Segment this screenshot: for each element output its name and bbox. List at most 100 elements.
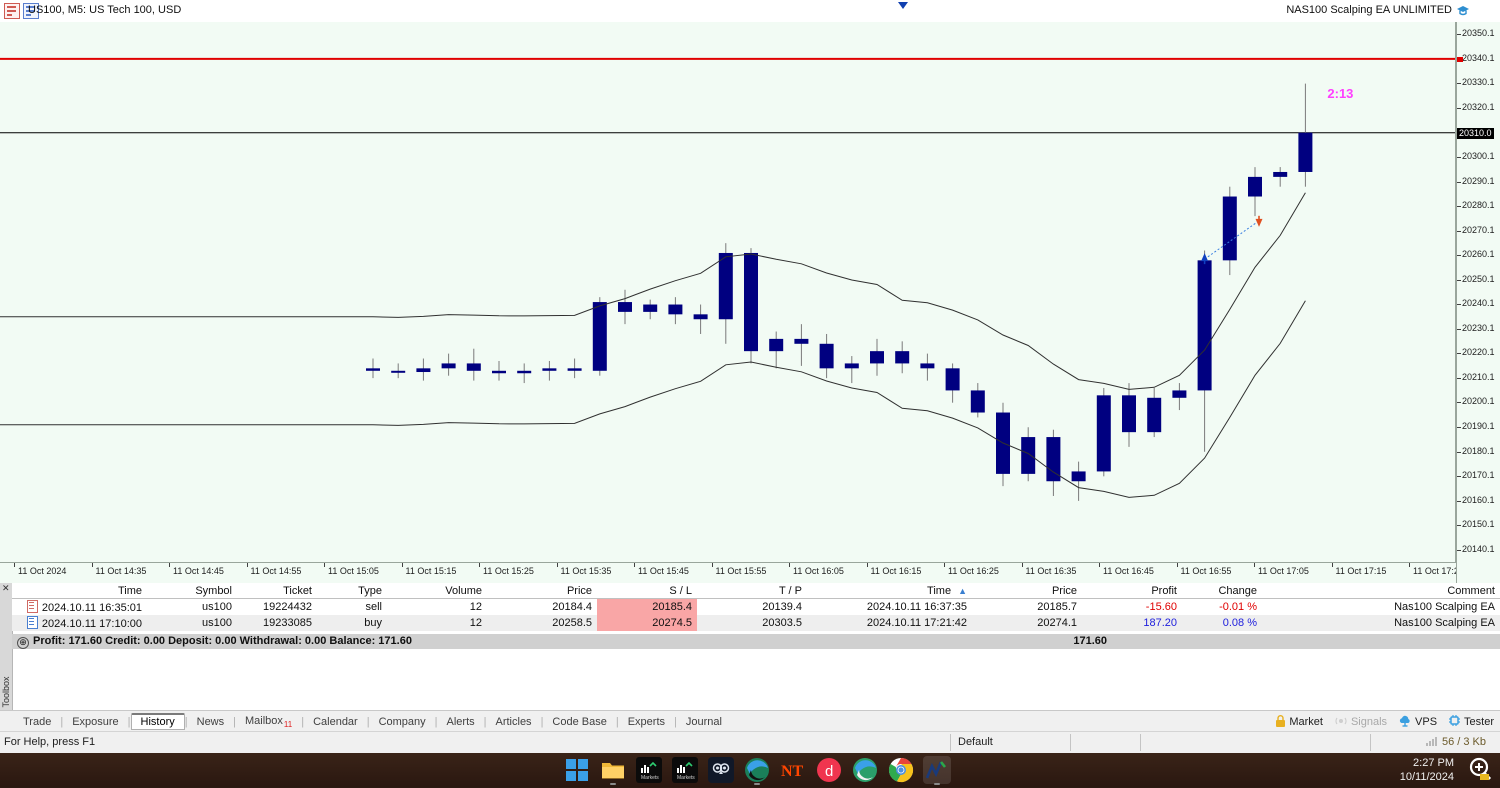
column-header-comment[interactable]: Comment [1262,583,1500,599]
taskbar-d-app[interactable]: d [815,756,843,784]
cell-change: -0.01 % [1182,598,1262,615]
tab-mailbox[interactable]: Mailbox11 [236,713,301,731]
column-header-symbol[interactable]: Symbol [147,583,237,599]
taskbar-ic-markets-1[interactable]: Markets [635,756,663,784]
tab-label: Code Base [552,715,607,728]
summary-text: ⊕ Profit: 171.60 Credit: 0.00 Deposit: 0.… [17,635,412,649]
column-header-time[interactable]: Time [12,583,147,599]
tab-trade[interactable]: Trade [14,714,60,730]
tab-articles[interactable]: Articles [487,714,541,730]
taskbar-edge-browser-2[interactable] [851,756,879,784]
summary-total: 171.60 [1073,635,1107,647]
tab-journal[interactable]: Journal [677,714,731,730]
taskbar-metatrader[interactable] [923,756,951,785]
tab-news[interactable]: News [188,714,234,730]
tab-company[interactable]: Company [370,714,435,730]
taskbar-start-button[interactable] [563,756,591,784]
restore-icon[interactable] [4,3,20,19]
column-header-s-l[interactable]: S / L [597,583,697,599]
price-tick-label: 20340.1 [1462,52,1495,63]
table-row[interactable]: 2024.10.11 17:10:00 us100 19233085 buy 12 202… [12,615,1500,631]
expand-circle-icon[interactable]: ⊕ [17,637,29,649]
current-price-label: 20310.0 [1457,127,1494,139]
link-market[interactable]: Market [1275,714,1323,730]
price-tick-label: 20160.1 [1462,494,1495,505]
tab-label: Mailbox [245,714,283,727]
toolbox-right-links[interactable]: Market Signals VPS Tester [1275,714,1494,730]
candle-body [1248,176,1262,197]
tab-experts[interactable]: Experts [619,714,674,730]
column-header-time[interactable]: Time ▲ [807,583,972,599]
candle-body [1273,171,1288,177]
taskbar-chrome-browser[interactable] [887,756,915,784]
link-vps[interactable]: VPS [1398,715,1437,730]
column-header-price[interactable]: Price [487,583,597,599]
candle-body [769,338,784,352]
time-tick-label: 11 Oct 15:55 [715,566,767,576]
cell-ticket: 19224432 [237,598,317,615]
status-profile[interactable]: Default [958,736,993,748]
table-row[interactable]: 2024.10.11 16:35:01 us100 19224432 sell 12 20… [12,598,1500,615]
graduation-cap-icon [1456,5,1470,16]
candle-body [668,304,683,315]
cell-take-profit: 20303.5 [697,615,807,631]
tab-alerts[interactable]: Alerts [438,714,484,730]
candle-body [970,390,985,413]
tab-calendar[interactable]: Calendar [304,714,367,730]
column-header-t-p[interactable]: T / P [697,583,807,599]
price-tick [1457,107,1461,109]
time-tick-label: 11 Oct 15:05 [328,566,379,576]
column-header-volume[interactable]: Volume [387,583,487,599]
toolbox-tabs[interactable]: Trade | Exposure | History | News | Mailbox11 | Ca… [14,711,731,732]
price-tick [1457,377,1461,379]
taskbar-file-explorer[interactable] [599,756,627,785]
column-header-change[interactable]: Change [1182,583,1262,599]
close-icon[interactable]: ✕ [2,584,10,593]
chart-area[interactable]: 2:13 11 Oct 2024 11 Oct 14:35 11 Oct 14:45… [0,22,1500,584]
cell-comment: Nas100 Scalping EA [1262,615,1500,631]
history-table[interactable]: Time Symbol Ticket Type Volume Price S / LT / … [12,583,1500,631]
column-header-price[interactable]: Price [972,583,1082,599]
price-tick [1457,402,1461,404]
taskbar-owl-app[interactable] [707,756,735,784]
link-signals[interactable]: Signals [1334,715,1387,729]
price-tick [1457,353,1461,355]
status-divider-1 [950,734,951,751]
chevron-down-icon[interactable] [898,2,908,9]
time-axis[interactable]: 11 Oct 2024 11 Oct 14:35 11 Oct 14:45 11 Oc… [0,562,1464,584]
time-tick-label: 11 Oct 16:25 [948,566,999,576]
history-table-body[interactable]: 2024.10.11 16:35:01 us100 19224432 sell 12 20… [12,598,1500,631]
taskbar-nt-app[interactable]: NT [779,756,807,784]
taskbar-edge-browser-1[interactable] [743,756,771,785]
link-label: VPS [1415,716,1438,728]
magnifier-icon[interactable] [1464,757,1494,783]
cell-type: buy [317,615,387,631]
time-tick [1409,563,1410,567]
taskbar-ic-markets-2[interactable]: Markets [671,756,699,784]
tab-exposure[interactable]: Exposure [63,714,127,730]
link-label: Signals [1350,716,1388,728]
signal-icon [1334,715,1348,729]
price-axis[interactable]: 20350.1 20340.1 20330.1 20320.1 20310.0 20300… [1456,22,1500,583]
column-header-ticket[interactable]: Ticket [237,583,317,599]
link-label: Market [1289,716,1323,728]
price-tick [1457,549,1461,551]
cell-open-price: 20184.4 [487,598,597,615]
chart-canvas[interactable]: 2:13 [0,22,1456,562]
cell-comment: Nas100 Scalping EA [1262,598,1500,615]
price-tick [1457,451,1461,453]
candle-body [1096,395,1111,472]
tab-code-base[interactable]: Code Base [543,714,615,730]
candle-body [592,302,607,371]
column-header-type[interactable]: Type [317,583,387,599]
tab-history[interactable]: History [130,713,185,730]
running-indicator [934,783,940,785]
time-tick-label: 11 Oct 14:55 [250,566,302,576]
link-tester[interactable]: Tester [1448,714,1494,730]
taskbar-clock[interactable]: 2:27 PM 10/11/2024 [1400,756,1454,784]
column-header-profit[interactable]: Profit [1082,583,1182,599]
price-tick-label: 20230.1 [1462,322,1495,333]
history-table-header[interactable]: Time Symbol Ticket Type Volume Price S / LT / … [12,583,1500,599]
taskbar-icon-list[interactable]: Markets Markets NT d [563,756,951,785]
candle-body [542,368,557,371]
